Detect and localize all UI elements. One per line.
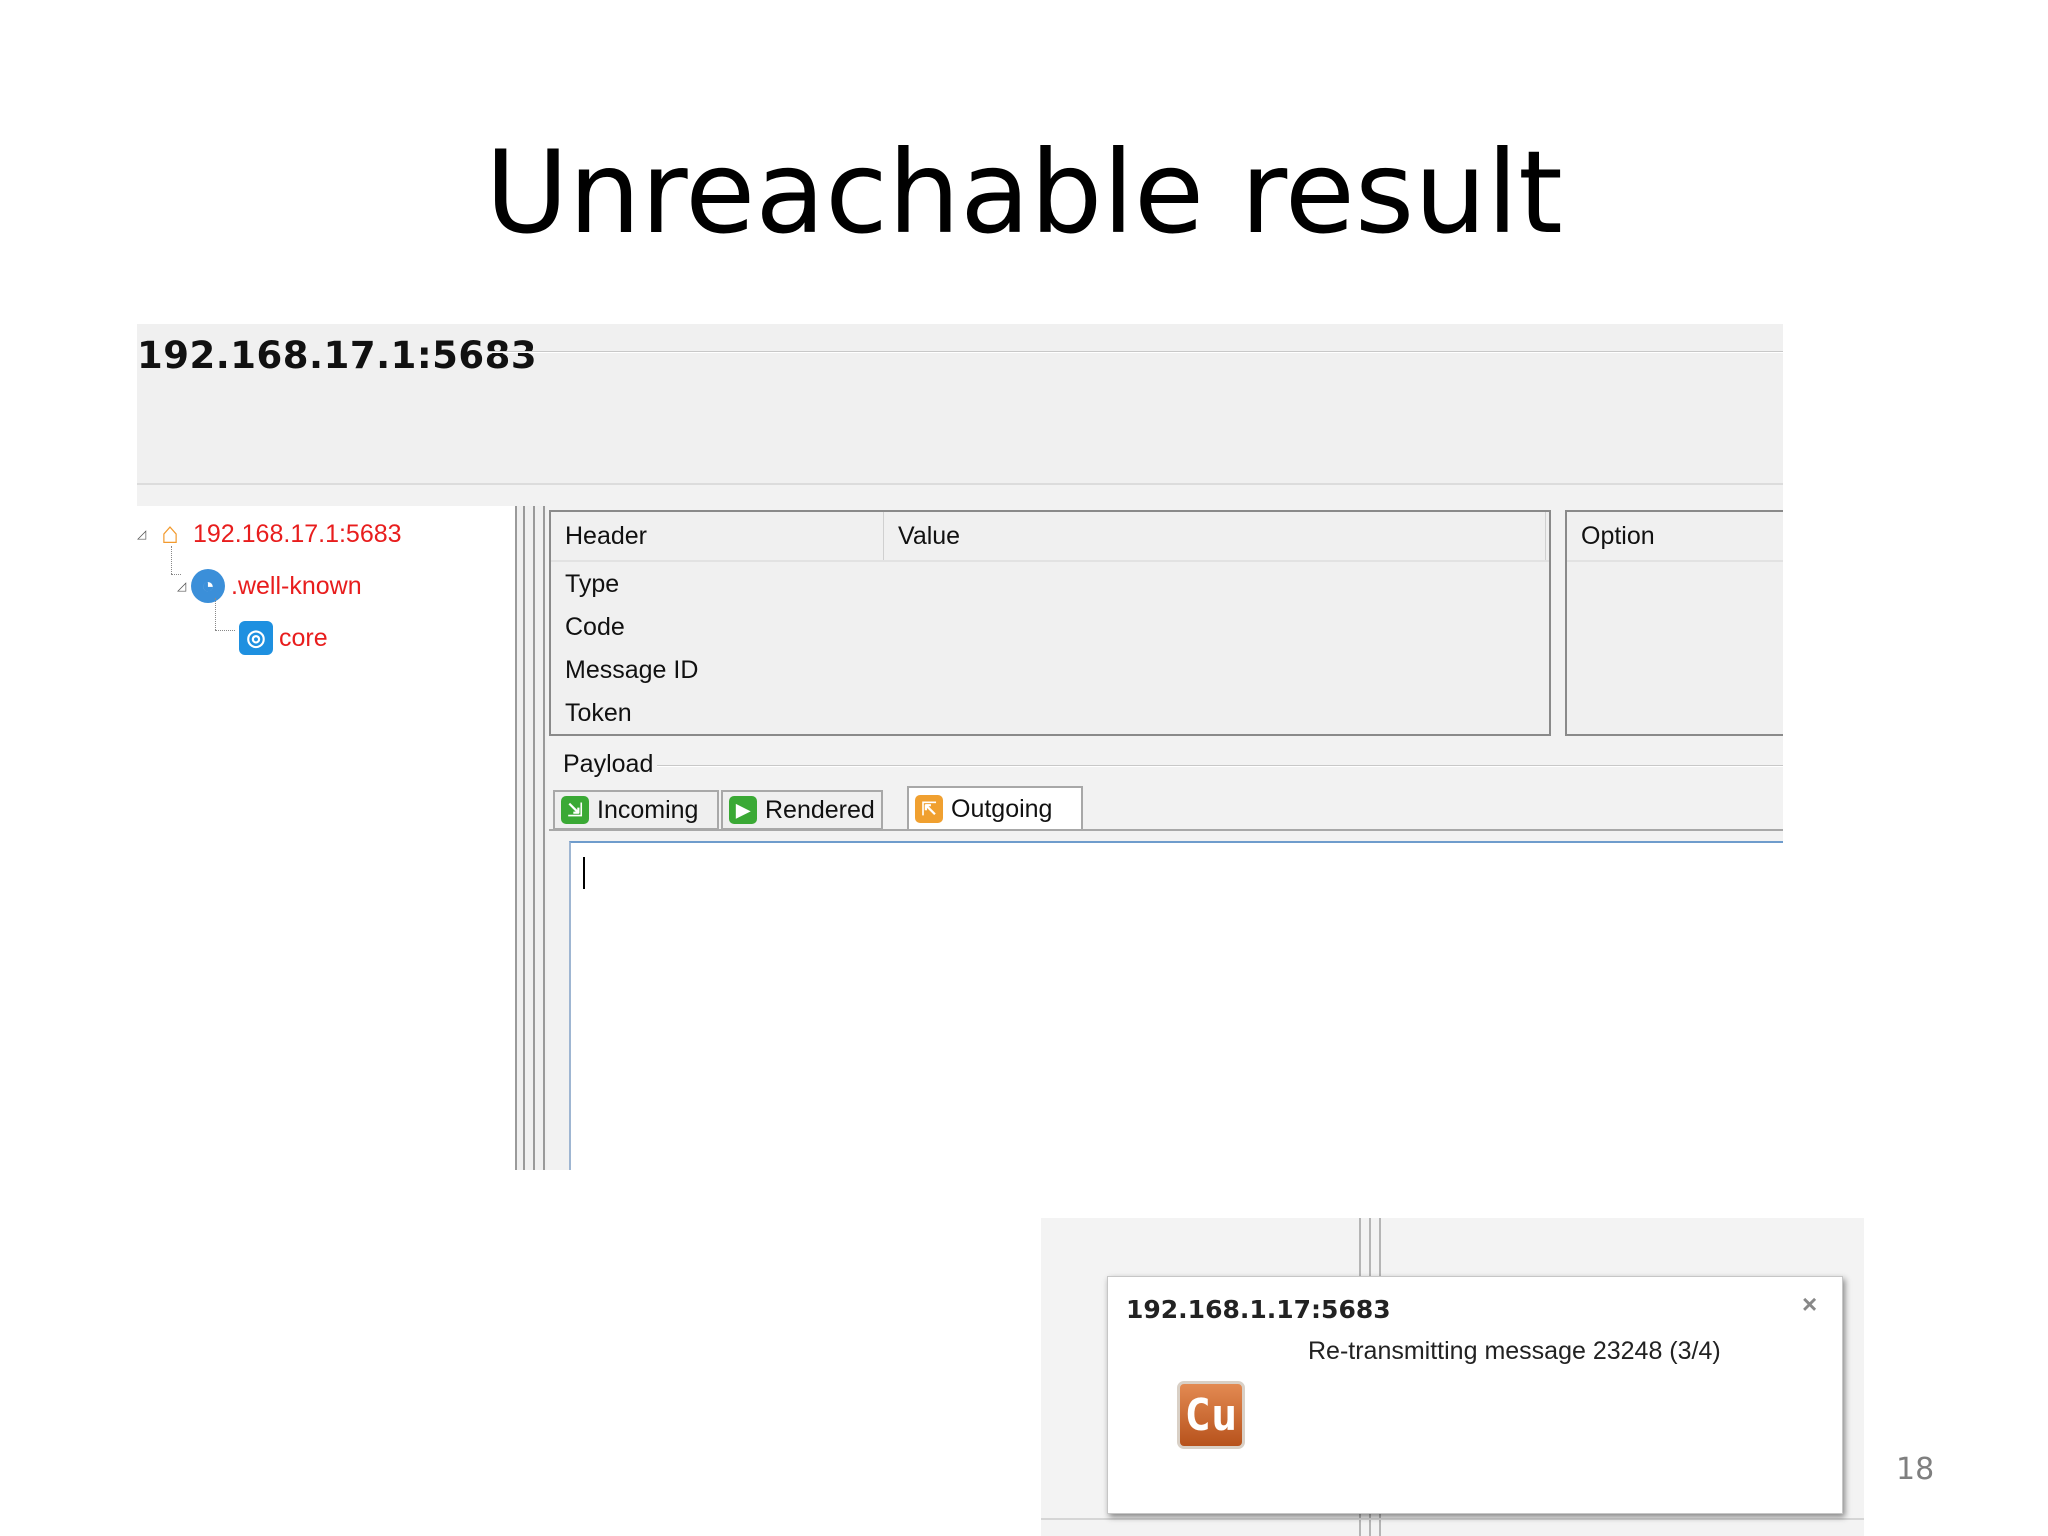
option-table[interactable]: Option bbox=[1565, 510, 1783, 736]
splitter-line bbox=[543, 506, 545, 1170]
notification-title: 192.168.1.17:5683 bbox=[1126, 1295, 1391, 1324]
tree-connector bbox=[171, 546, 172, 574]
tab-strip-border bbox=[549, 829, 1783, 831]
window-border bbox=[1041, 1518, 1864, 1520]
payload-label: Payload bbox=[563, 750, 654, 778]
splitter-line bbox=[523, 506, 525, 1170]
notification-message: Re-transmitting message 23248 (3/4) bbox=[1308, 1337, 1721, 1365]
table-row-message-id[interactable]: Message ID bbox=[565, 656, 698, 685]
logo-text: Cu bbox=[1184, 1389, 1238, 1441]
header-row-border bbox=[551, 560, 1549, 562]
tree-item-host[interactable]: ◿ ⌂ 192.168.17.1:5683 bbox=[137, 514, 402, 554]
notification-popup[interactable]: 192.168.1.17:5683 × Re-transmitting mess… bbox=[1107, 1276, 1843, 1514]
tab-label: Rendered bbox=[765, 795, 875, 824]
column-header-header[interactable]: Header bbox=[551, 514, 883, 558]
incoming-icon: ⇲ bbox=[561, 796, 589, 824]
uri-bar: 192.168.17.1:5683 bbox=[137, 324, 1783, 484]
collapse-toggle-icon[interactable]: ◿ bbox=[137, 527, 151, 541]
panel-splitter[interactable] bbox=[517, 506, 547, 1170]
rendered-icon: ▶ bbox=[729, 796, 757, 824]
uri-separator bbox=[489, 351, 1783, 353]
payload-text-area[interactable] bbox=[569, 841, 1783, 1170]
tree-item-label: core bbox=[279, 623, 328, 652]
tab-rendered[interactable]: ▶ Rendered bbox=[721, 790, 883, 830]
copper-logo-icon: Cu bbox=[1177, 1381, 1245, 1449]
column-header-option[interactable]: Option bbox=[1567, 514, 1783, 558]
resource-tree[interactable]: ◿ ⌂ 192.168.17.1:5683 ◿ ◔ .well-known ◎ … bbox=[137, 506, 517, 1170]
home-icon: ⌂ bbox=[160, 517, 180, 550]
tab-label: Incoming bbox=[597, 795, 699, 824]
payload-separator bbox=[657, 765, 1783, 767]
close-icon[interactable]: × bbox=[1802, 1289, 1817, 1320]
column-header-value[interactable]: Value bbox=[884, 514, 1544, 558]
tree-item-well-known[interactable]: ◿ ◔ .well-known bbox=[177, 566, 362, 606]
uri-title: 192.168.17.1:5683 bbox=[137, 334, 538, 377]
tab-incoming[interactable]: ⇲ Incoming bbox=[553, 790, 719, 830]
tree-item-label: 192.168.17.1:5683 bbox=[193, 519, 402, 548]
notification-screenshot: 192.168.1.17:5683 × Re-transmitting mess… bbox=[1041, 1218, 1864, 1536]
splitter-line bbox=[533, 506, 535, 1170]
tab-label: Outgoing bbox=[951, 794, 1053, 823]
uri-bar-border bbox=[137, 483, 1783, 485]
page-number: 18 bbox=[1896, 1452, 1935, 1487]
tree-item-core[interactable]: ◎ core bbox=[239, 618, 328, 658]
slide-title: Unreachable result bbox=[485, 126, 1563, 259]
header-row-border bbox=[1567, 560, 1783, 562]
table-row-token[interactable]: Token bbox=[565, 699, 632, 728]
table-row-type[interactable]: Type bbox=[565, 570, 619, 599]
outgoing-icon: ⇱ bbox=[915, 795, 943, 823]
globe-icon: ◔ bbox=[191, 569, 225, 603]
tab-outgoing[interactable]: ⇱ Outgoing bbox=[907, 786, 1083, 830]
header-table[interactable]: Header Value Type Code Message ID Token bbox=[549, 510, 1551, 736]
tree-connector bbox=[215, 630, 235, 631]
tree-item-label: .well-known bbox=[231, 571, 362, 600]
text-cursor bbox=[583, 857, 585, 889]
copper-screenshot: 192.168.17.1:5683 ◿ ⌂ 192.168.17.1:5683 … bbox=[137, 324, 1783, 1170]
tree-connector bbox=[215, 598, 216, 630]
search-icon: ◎ bbox=[239, 621, 273, 655]
collapse-toggle-icon[interactable]: ◿ bbox=[177, 579, 191, 593]
table-row-code[interactable]: Code bbox=[565, 613, 625, 642]
column-divider bbox=[1545, 512, 1546, 560]
